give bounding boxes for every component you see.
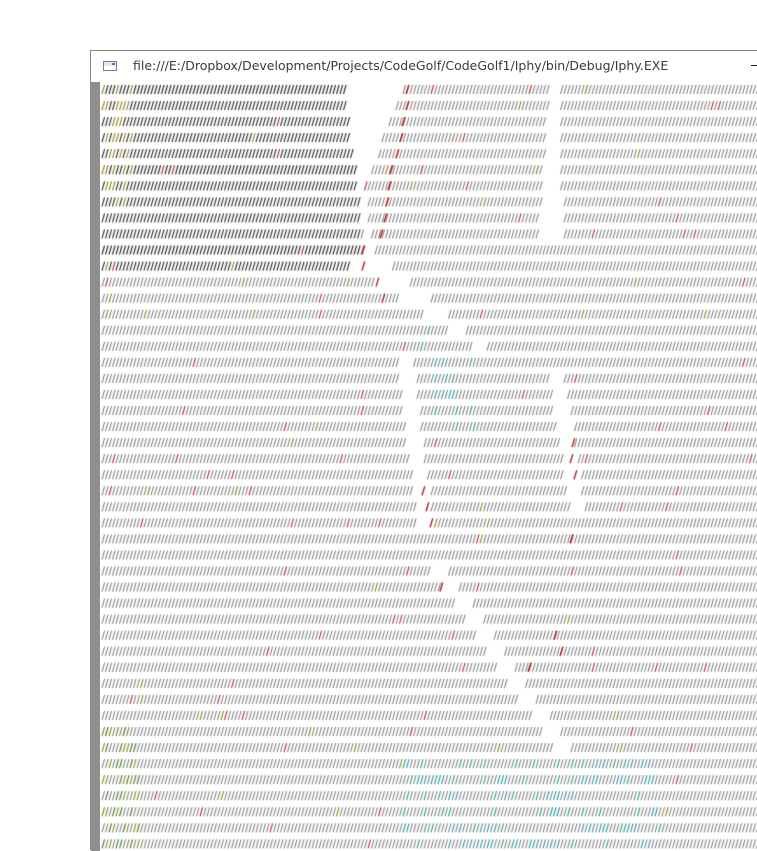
title-bar[interactable]: file:///E:/Dropbox/Development/Projects/…: [91, 51, 757, 81]
minimize-icon[interactable]: [747, 55, 757, 77]
window-title: file:///E:/Dropbox/Development/Projects/…: [133, 58, 669, 73]
console-app-icon: [103, 61, 117, 71]
console-window: file:///E:/Dropbox/Development/Projects/…: [90, 50, 757, 851]
console-glyph-grid: [100, 82, 757, 851]
console-output: [91, 82, 757, 851]
